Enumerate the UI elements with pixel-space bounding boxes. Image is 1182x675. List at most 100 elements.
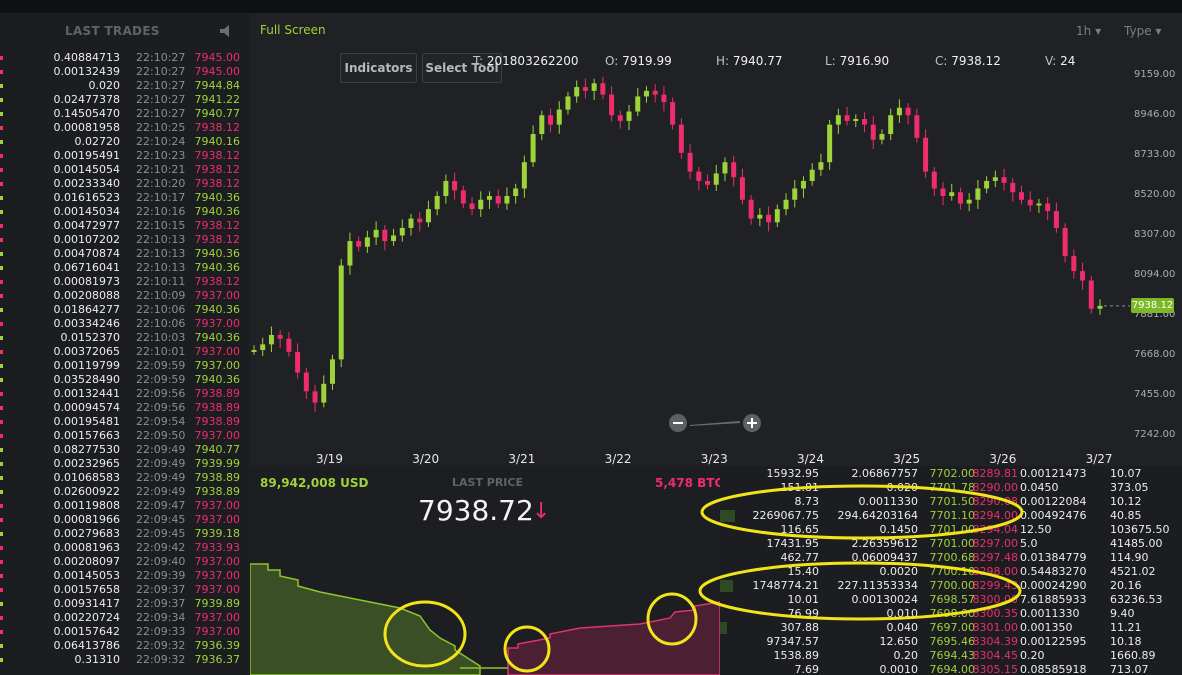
book-ask-price: 8297.48 [972, 551, 1019, 564]
candle [652, 84, 658, 103]
book-ask-amount: 0.54483270 [1020, 565, 1087, 578]
order-book-row[interactable]: 2269067.75 294.64203164 7701.10 8294.00 0.00… [720, 509, 1182, 523]
order-book-row[interactable]: 97347.57 12.650 7695.46 8304.39 0.00122595 10… [720, 635, 1182, 649]
book-bid-price: 7694.43 [929, 649, 976, 662]
trade-amount: 0.02477378 [53, 93, 120, 106]
trade-amount: 0.00119799 [53, 359, 120, 372]
trade-row: 0.00157658 22:09:37 7937.00 [0, 583, 250, 597]
book-ask-amount: 0.20 [1020, 649, 1045, 662]
book-ask-total: 40.85 [1110, 509, 1142, 522]
trade-amount: 0.00195481 [53, 415, 120, 428]
zoom-control[interactable] [668, 413, 762, 433]
trade-amount: 0.00233340 [53, 177, 120, 190]
trade-time: 22:10:06 [136, 303, 186, 316]
speaker-icon[interactable] [220, 25, 234, 37]
trade-price: 7938.89 [194, 471, 241, 484]
trade-row: 0.00081973 22:10:11 7938.12 [0, 275, 250, 289]
trade-amount: 0.01068583 [53, 471, 120, 484]
order-book-row[interactable]: 1538.89 0.20 7694.43 8304.45 0.20 1660.89 [720, 649, 1182, 663]
last-price-value: 7938.72 [418, 494, 534, 527]
book-bid-total: 1538.89 [773, 649, 820, 662]
trade-price: 7938.12 [194, 149, 241, 162]
trade-time: 22:09:40 [136, 555, 186, 568]
trade-edge-marker [0, 518, 3, 522]
book-ask-total: 103675.50 [1110, 523, 1170, 536]
trade-time: 22:10:13 [136, 261, 186, 274]
order-book-row[interactable]: 76.99 0.010 7698.00 8300.35 0.0011330 9.40 [720, 607, 1182, 621]
order-book-row[interactable]: 10.01 0.00130024 7698.57 8300.00 7.61885933 6… [720, 593, 1182, 607]
trade-row: 0.00195481 22:09:54 7938.89 [0, 415, 250, 429]
chart-type-dropdown[interactable]: Type ▾ [1124, 24, 1161, 38]
order-book-row[interactable]: 151.81 0.020 7701.78 8290.00 0.0450 373.05 [720, 481, 1182, 495]
book-bid-amount: 2.06867757 [851, 467, 918, 480]
candle [870, 116, 876, 149]
book-ask-price: 8289.81 [972, 467, 1019, 480]
candle [364, 230, 370, 253]
order-book-row[interactable]: 17431.95 2.26359612 7701.00 8297.00 5.0 41485… [720, 537, 1182, 551]
candle [513, 183, 519, 204]
trade-price: 7937.00 [194, 317, 241, 330]
candle [792, 180, 798, 208]
trade-time: 22:10:27 [136, 107, 186, 120]
trade-edge-marker [0, 476, 3, 480]
order-book-row[interactable]: 8.73 0.0011330 7701.50 8290.08 0.00122084 10.… [720, 495, 1182, 509]
trade-time: 22:09:34 [136, 611, 186, 624]
candle [1019, 185, 1025, 205]
order-book-row[interactable]: 15932.95 2.06867757 7702.00 8289.81 0.001214… [720, 467, 1182, 481]
order-book-row[interactable]: 462.77 0.06009437 7700.68 8297.48 0.01384779… [720, 551, 1182, 565]
trade-amount: 0.0152370 [60, 331, 121, 344]
trade-row: 0.08277530 22:09:49 7940.77 [0, 443, 250, 457]
candle [670, 97, 676, 130]
candle [1071, 249, 1077, 279]
trade-edge-marker [0, 70, 3, 74]
trade-amount: 0.31310 [74, 653, 121, 666]
zoom-out-icon[interactable] [669, 414, 687, 432]
trade-row: 0.01864277 22:10:06 7940.36 [0, 303, 250, 317]
zoom-slider[interactable] [690, 421, 740, 426]
trade-row: 0.02477378 22:10:27 7941.22 [0, 93, 250, 107]
x-tick-label: 3/20 [412, 452, 440, 466]
trade-amount: 0.40884713 [53, 51, 120, 64]
trade-row: 0.00195491 22:10:23 7938.12 [0, 149, 250, 163]
x-tick-label: 3/24 [797, 452, 824, 466]
candle [460, 185, 466, 209]
order-book-row[interactable]: 1748774.21 227.11353334 7700.00 8299.43 0.00… [720, 579, 1182, 593]
trade-time: 22:09:47 [136, 499, 186, 512]
trade-edge-marker [0, 140, 3, 144]
x-tick-label: 3/25 [893, 452, 921, 466]
order-book-row[interactable]: 116.65 0.1450 7701.00 8294.04 12.50 103675.50 [720, 523, 1182, 537]
x-tick-label: 3/27 [1085, 452, 1113, 466]
trade-amount: 0.00372065 [53, 345, 120, 358]
trade-price: 7938.12 [194, 275, 241, 288]
trade-edge-marker [0, 602, 3, 606]
down-arrow-icon: ↓ [532, 499, 551, 524]
book-ask-total: 63236.53 [1110, 593, 1163, 606]
interval-dropdown[interactable]: 1h ▾ [1076, 24, 1101, 38]
candle [495, 189, 501, 209]
trade-time: 22:10:17 [136, 191, 186, 204]
book-bid-total: 462.77 [780, 551, 820, 564]
trade-edge-marker [0, 210, 3, 214]
trade-price: 7939.99 [194, 457, 241, 470]
order-book-row[interactable]: 15.40 0.0020 7700.10 8298.00 0.54483270 4521.… [720, 565, 1182, 579]
order-book-row[interactable]: 7.69 0.0010 7694.00 8305.15 0.08585918 713.07 [720, 663, 1182, 675]
trade-price: 7938.89 [194, 401, 241, 414]
fullscreen-link[interactable]: Full Screen [260, 23, 326, 37]
trade-price: 7940.36 [194, 331, 241, 344]
indicators-button[interactable]: Indicators [340, 53, 417, 83]
trade-price: 7939.89 [194, 597, 241, 610]
candle [992, 170, 998, 188]
trade-row: 0.00232965 22:09:49 7939.99 [0, 457, 250, 471]
order-book-row[interactable]: 307.88 0.040 7697.00 8301.00 0.001350 11.21 [720, 621, 1182, 635]
candle [286, 332, 292, 357]
zoom-in-icon[interactable] [743, 414, 761, 432]
book-bid-amount: 0.010 [886, 607, 919, 620]
book-bid-total: 307.88 [780, 621, 820, 634]
trade-edge-marker [0, 196, 3, 200]
book-ask-price: 8305.15 [972, 663, 1019, 675]
candle [521, 155, 527, 198]
trade-edge-marker [0, 392, 3, 396]
trade-amount: 0.00081958 [53, 121, 120, 134]
trade-amount: 0.02720 [74, 135, 121, 148]
book-ask-total: 114.90 [1110, 551, 1149, 564]
